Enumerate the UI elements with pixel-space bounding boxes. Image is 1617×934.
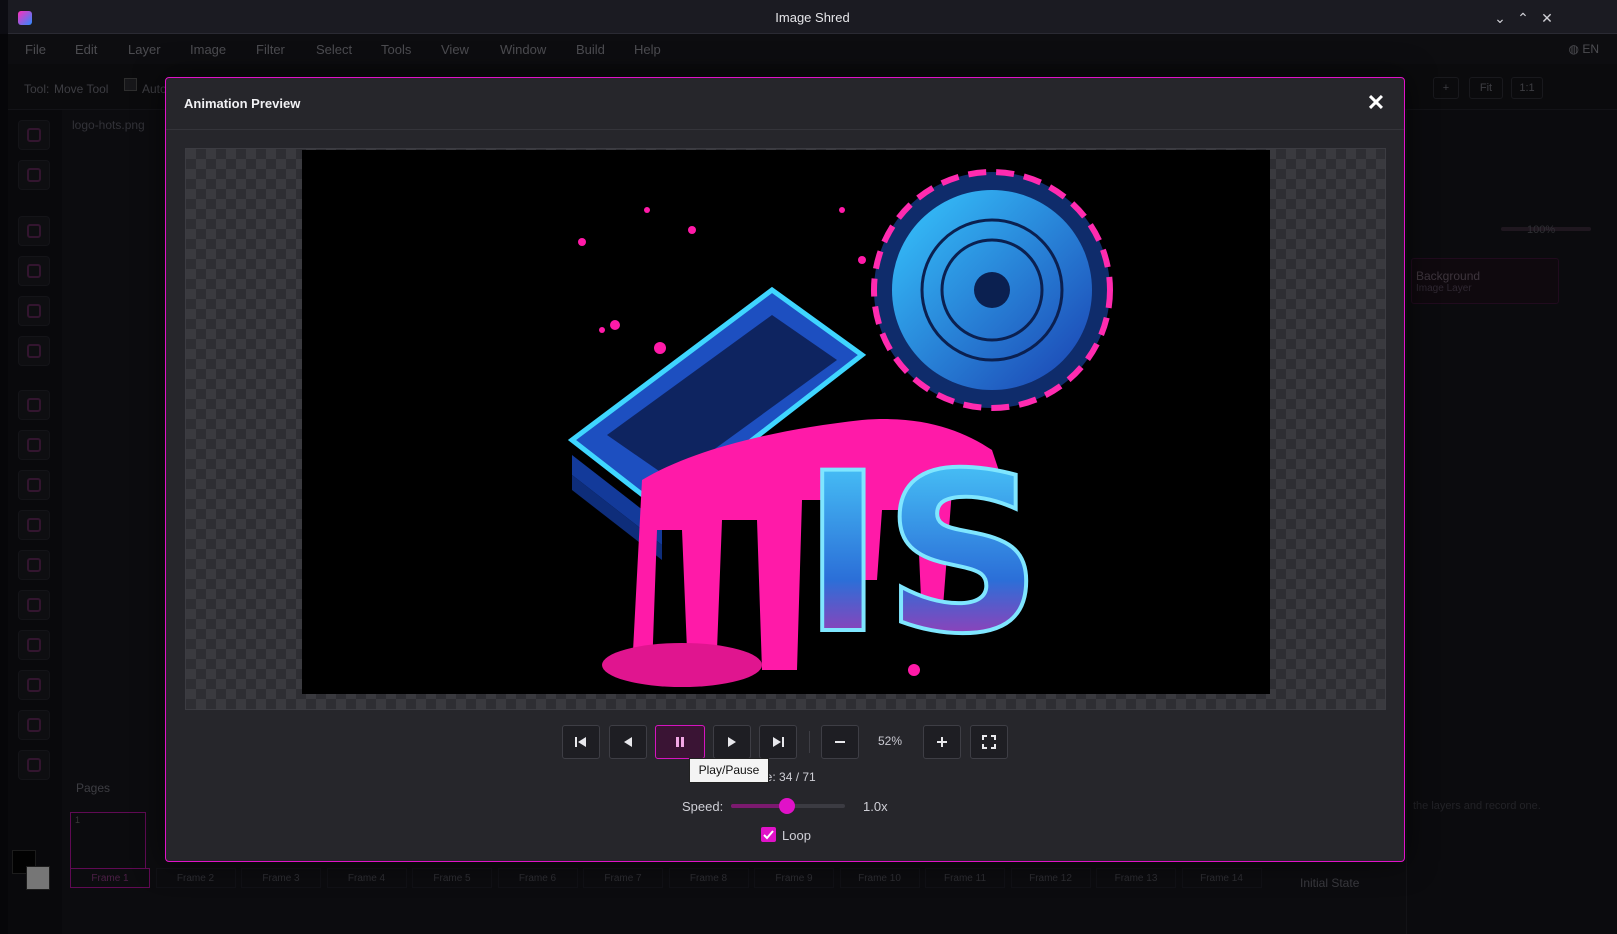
maximize-icon[interactable]: ⌃ xyxy=(1514,9,1532,27)
window-title: Image Shred xyxy=(775,10,850,25)
skip-end-icon xyxy=(773,737,784,747)
close-icon[interactable]: ✕ xyxy=(1364,92,1388,116)
svg-text:IS: IS xyxy=(802,426,1042,682)
zoom-in-button[interactable] xyxy=(923,725,961,759)
logo-artwork: IS xyxy=(567,169,1113,687)
close-window-icon[interactable]: ✕ xyxy=(1538,9,1556,27)
zoom-level: 52% xyxy=(878,734,903,748)
pause-icon xyxy=(676,737,684,747)
speed-slider-thumb[interactable] xyxy=(778,798,795,814)
first-frame-button[interactable] xyxy=(562,725,600,759)
checkmark-icon xyxy=(763,830,774,840)
dialog-title: Animation Preview xyxy=(184,96,301,111)
next-frame-button[interactable] xyxy=(713,725,751,759)
speed-slider[interactable] xyxy=(731,798,845,814)
last-frame-button[interactable] xyxy=(759,725,797,759)
loop-checkbox[interactable] xyxy=(761,827,776,842)
playback-controls: 52% xyxy=(166,725,1404,759)
animation-preview-dialog: Animation Preview ✕ IS 52% ne: 34 / 71 P… xyxy=(165,77,1405,862)
zoom-out-button[interactable] xyxy=(821,725,859,759)
preview-area: IS xyxy=(185,148,1386,710)
fullscreen-button[interactable] xyxy=(970,725,1008,759)
step-forward-icon xyxy=(728,737,736,747)
play-pause-button[interactable] xyxy=(655,725,705,759)
plus-icon xyxy=(937,737,947,747)
minimize-icon[interactable]: ⌄ xyxy=(1491,9,1509,27)
speed-label: Speed: xyxy=(682,799,724,814)
preview-canvas: IS xyxy=(302,150,1270,694)
skip-start-icon xyxy=(575,737,586,747)
previous-frame-button[interactable] xyxy=(609,725,647,759)
controls-divider xyxy=(809,731,810,753)
loop-label: Loop xyxy=(782,828,811,843)
dialog-header: Animation Preview ✕ xyxy=(166,78,1404,130)
speed-value: 1.0x xyxy=(863,799,888,814)
play-pause-tooltip: Play/Pause xyxy=(689,758,769,783)
fullscreen-icon xyxy=(982,735,996,749)
minus-icon xyxy=(835,741,845,743)
step-back-icon xyxy=(624,737,632,747)
title-bar: Image Shred ⌄ ⌃ ✕ xyxy=(8,0,1617,34)
